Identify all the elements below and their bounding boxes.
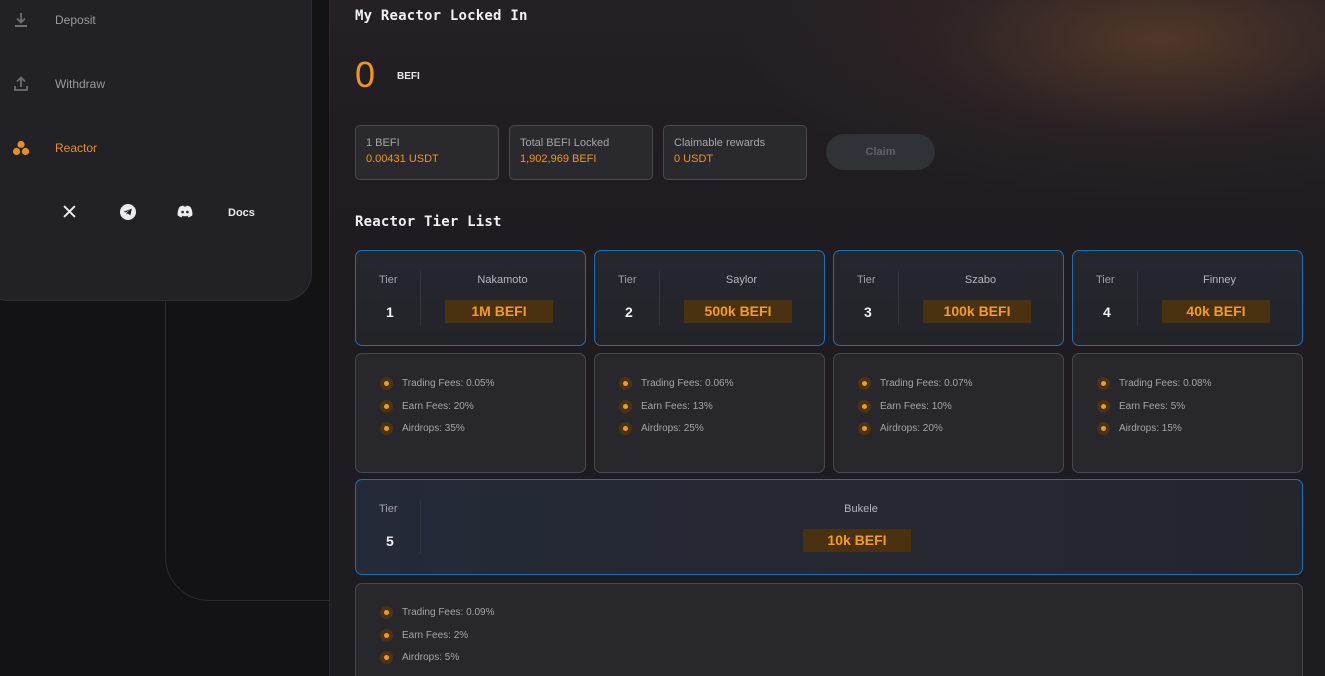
bullet-dot-icon xyxy=(1097,377,1110,390)
stat-value: 0 USDT xyxy=(674,153,714,165)
x-icon xyxy=(63,205,76,221)
tier-card-5[interactable]: Tier 5 Bukele 10k BEFI xyxy=(355,479,1303,575)
bullet-dot-icon xyxy=(380,377,393,390)
locked-value: 0 xyxy=(355,54,376,95)
bullet-dot-icon xyxy=(380,400,393,413)
tier-perks-5: Trading Fees: 0.09% Earn Fees: 2% Airdro… xyxy=(355,583,1303,676)
perk-earn-fees: Earn Fees: 20% xyxy=(380,400,474,413)
perk-trading-fees: Trading Fees: 0.05% xyxy=(380,377,494,390)
tier-number: 2 xyxy=(625,304,633,320)
tier-card-3[interactable]: Tier 3 Szabo 100k BEFI xyxy=(833,250,1064,346)
bullet-dot-icon xyxy=(619,422,632,435)
claim-button[interactable]: Claim xyxy=(826,134,935,170)
tier-name: Finney xyxy=(1202,274,1237,286)
tier-label: Tier xyxy=(379,503,398,515)
tier-name: Bukele xyxy=(844,503,878,515)
perk-earn-fees: Earn Fees: 10% xyxy=(858,400,952,413)
tier-perks-3: Trading Fees: 0.07% Earn Fees: 10% Airdr… xyxy=(833,353,1064,473)
sidebar-item-reactor[interactable]: Reactor xyxy=(11,138,97,158)
tier-name: Saylor xyxy=(725,274,758,286)
tier-number: 1 xyxy=(386,304,394,320)
bullet-dot-icon xyxy=(858,377,871,390)
tier-amount: 40k BEFI xyxy=(1162,300,1270,323)
perk-earn-fees: Earn Fees: 13% xyxy=(619,400,713,413)
perk-airdrops: Airdrops: 5% xyxy=(380,651,459,664)
tier-label: Tier xyxy=(618,274,637,286)
stat-claimable-rewards: Claimable rewards 0 USDT xyxy=(663,125,807,180)
bullet-dot-icon xyxy=(380,629,393,642)
perk-trading-fees: Trading Fees: 0.06% xyxy=(619,377,733,390)
stat-label: Total BEFI Locked xyxy=(520,137,610,149)
perk-trading-fees: Trading Fees: 0.08% xyxy=(1097,377,1211,390)
sidebar-item-withdraw[interactable]: Withdraw xyxy=(11,74,105,94)
stat-value: 1,902,969 BEFI xyxy=(520,153,597,165)
sidebar-item-label: Reactor xyxy=(55,141,98,155)
tier-perks-1: Trading Fees: 0.05% Earn Fees: 20% Airdr… xyxy=(355,353,586,473)
tier-amount: 1M BEFI xyxy=(445,300,553,323)
stat-label: 1 BEFI xyxy=(366,137,400,149)
perk-earn-fees: Earn Fees: 2% xyxy=(380,629,468,642)
bullet-dot-icon xyxy=(858,422,871,435)
stat-total-locked: Total BEFI Locked 1,902,969 BEFI xyxy=(509,125,653,180)
tier-amount: 10k BEFI xyxy=(803,529,911,552)
discord-icon xyxy=(177,205,193,221)
perk-airdrops: Airdrops: 15% xyxy=(1097,422,1182,435)
perk-trading-fees: Trading Fees: 0.09% xyxy=(380,606,494,619)
bullet-dot-icon xyxy=(619,400,632,413)
discord-link[interactable] xyxy=(177,204,193,222)
perk-airdrops: Airdrops: 35% xyxy=(380,422,465,435)
reactor-page: Deposit Withdraw Reactor Docs My Reactor… xyxy=(0,0,1325,676)
tier-perks-2: Trading Fees: 0.06% Earn Fees: 13% Airdr… xyxy=(594,353,825,473)
tier-card-1[interactable]: Tier 1 Nakamoto 1M BEFI xyxy=(355,250,586,346)
bullet-dot-icon xyxy=(380,606,393,619)
perk-airdrops: Airdrops: 25% xyxy=(619,422,704,435)
tier-amount: 100k BEFI xyxy=(923,300,1031,323)
tier-label: Tier xyxy=(379,274,398,286)
locked-unit: BEFI xyxy=(397,71,420,82)
tier-list-title: Reactor Tier List xyxy=(355,214,502,230)
tier-card-4[interactable]: Tier 4 Finney 40k BEFI xyxy=(1072,250,1303,346)
telegram-icon xyxy=(120,203,136,223)
tier-perks-4: Trading Fees: 0.08% Earn Fees: 5% Airdro… xyxy=(1072,353,1303,473)
upload-icon xyxy=(11,74,31,94)
docs-link[interactable]: Docs xyxy=(228,204,255,222)
tier-label: Tier xyxy=(857,274,876,286)
locked-title: My Reactor Locked In xyxy=(355,8,528,24)
bullet-dot-icon xyxy=(380,651,393,664)
x-link[interactable] xyxy=(63,204,76,222)
perk-earn-fees: Earn Fees: 5% xyxy=(1097,400,1185,413)
telegram-link[interactable] xyxy=(120,203,136,223)
tier-number: 5 xyxy=(386,533,394,549)
stat-label: Claimable rewards xyxy=(674,137,766,149)
bullet-dot-icon xyxy=(1097,400,1110,413)
tier-card-2[interactable]: Tier 2 Saylor 500k BEFI xyxy=(594,250,825,346)
tier-amount: 500k BEFI xyxy=(684,300,792,323)
sidebar-item-deposit[interactable]: Deposit xyxy=(11,10,96,30)
sidebar-item-label: Withdraw xyxy=(55,77,106,91)
tier-label: Tier xyxy=(1096,274,1115,286)
reactor-icon xyxy=(11,138,31,158)
tier-name: Szabo xyxy=(964,274,997,286)
bullet-dot-icon xyxy=(619,377,632,390)
bullet-dot-icon xyxy=(858,400,871,413)
bullet-dot-icon xyxy=(380,422,393,435)
tier-number: 4 xyxy=(1103,304,1111,320)
stat-value: 0.00431 USDT xyxy=(366,153,439,165)
main-content: My Reactor Locked In 0 BEFI 1 BEFI 0.004… xyxy=(330,0,1325,676)
perk-airdrops: Airdrops: 20% xyxy=(858,422,943,435)
bullet-dot-icon xyxy=(1097,422,1110,435)
stat-befi-price: 1 BEFI 0.00431 USDT xyxy=(355,125,499,180)
sidebar-item-label: Deposit xyxy=(55,13,96,27)
sidebar: Deposit Withdraw Reactor Docs xyxy=(0,0,312,301)
tier-name: Nakamoto xyxy=(477,274,528,286)
tier-number: 3 xyxy=(864,304,872,320)
download-icon xyxy=(11,10,31,30)
perk-trading-fees: Trading Fees: 0.07% xyxy=(858,377,972,390)
